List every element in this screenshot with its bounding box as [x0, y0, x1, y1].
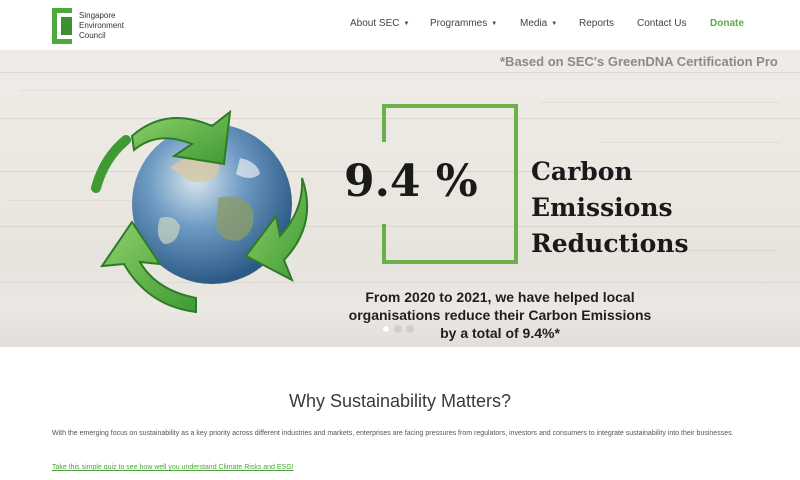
stat-label-line: Emissions	[531, 193, 673, 222]
carousel-dot[interactable]	[406, 325, 414, 333]
section-body: With the emerging focus on sustainabilit…	[52, 430, 734, 437]
carousel-dot[interactable]	[394, 325, 402, 333]
chevron-down-icon: ▼	[403, 21, 410, 27]
wood-grain	[20, 90, 240, 91]
nav-item-about[interactable]: About SEC ▼	[350, 18, 409, 29]
carousel-dot[interactable]	[382, 325, 390, 333]
stat-label-line: Carbon	[531, 157, 633, 186]
wood-grain	[540, 102, 780, 103]
carousel-indicators	[382, 325, 422, 335]
site-header: Singapore Environment Council About SEC ▼…	[0, 0, 800, 50]
certification-note: *Based on SEC's GreenDNA Certification P…	[500, 54, 778, 69]
logo-line: Environment	[79, 21, 124, 30]
nav-item-contact[interactable]: Contact Us	[637, 18, 686, 29]
caption-line: From 2020 to 2021, we have helped local	[365, 289, 635, 305]
stat-value: 9.4 %	[344, 156, 478, 207]
logo-mark-icon	[52, 8, 72, 44]
wood-plank-line	[0, 72, 800, 73]
stat-label: Carbon Emissions Reductions	[531, 154, 731, 262]
chevron-down-icon: ▼	[491, 21, 498, 27]
recycle-globe-image	[91, 109, 309, 314]
chevron-down-icon: ▼	[551, 21, 558, 27]
wood-grain	[600, 142, 780, 143]
nav-item-reports[interactable]: Reports	[579, 18, 614, 29]
logo-text: Singapore Environment Council	[79, 11, 124, 41]
nav-label: Programmes	[430, 18, 488, 29]
section-title: Why Sustainability Matters?	[288, 391, 512, 411]
hero-caption: From 2020 to 2021, we have helped local …	[320, 288, 680, 342]
stat-label-line: Reductions	[531, 229, 689, 258]
stat-frame-edge	[382, 104, 386, 142]
caption-line: organisations reduce their Carbon Emissi…	[348, 307, 652, 323]
stat-frame-edge	[382, 224, 386, 264]
nav-item-media[interactable]: Media ▼	[520, 18, 557, 29]
logo-line: Council	[79, 31, 106, 40]
hero-banner: *Based on SEC's GreenDNA Certification P…	[0, 50, 800, 347]
nav-label: About SEC	[350, 18, 400, 29]
quiz-link[interactable]: Take this simple quiz to see how well yo…	[52, 464, 294, 471]
caption-line: by a total of 9.4%*	[440, 325, 560, 341]
donate-link[interactable]: Donate	[710, 18, 744, 29]
nav-label: Media	[520, 18, 548, 29]
nav-item-programmes[interactable]: Programmes ▼	[430, 18, 497, 29]
sec-logo[interactable]: Singapore Environment Council	[52, 8, 172, 44]
logo-line: Singapore	[79, 11, 116, 20]
